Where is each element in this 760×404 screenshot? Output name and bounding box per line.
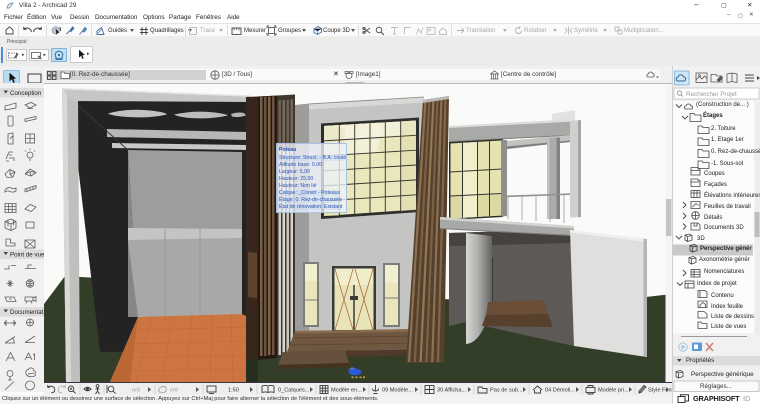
svg-text:Documentat...: Documentat... [10, 309, 44, 316]
svg-text:Modèle pri...: Modèle pri... [598, 388, 629, 394]
svg-text:0_Calques...: 0_Calques... [278, 388, 310, 394]
svg-text:1:50: 1:50 [228, 388, 239, 394]
svg-text:n/d: n/d [132, 388, 140, 394]
svg-text:30 Afficha...: 30 Afficha... [437, 388, 467, 394]
svg-text:04 Démoli...: 04 Démoli... [545, 388, 575, 394]
svg-text:Point de vue: Point de vue [10, 252, 44, 259]
svg-text:n/d: n/d [170, 388, 178, 394]
svg-text:Pas de sub...: Pas de sub... [490, 388, 523, 394]
svg-text:Style Fenê...: Style Fenê... [648, 388, 672, 394]
svg-text:09 Modèle...: 09 Modèle... [382, 388, 413, 394]
svg-text:Modèle en...: Modèle en... [331, 388, 362, 394]
svg-text:Conception: Conception [10, 90, 42, 97]
